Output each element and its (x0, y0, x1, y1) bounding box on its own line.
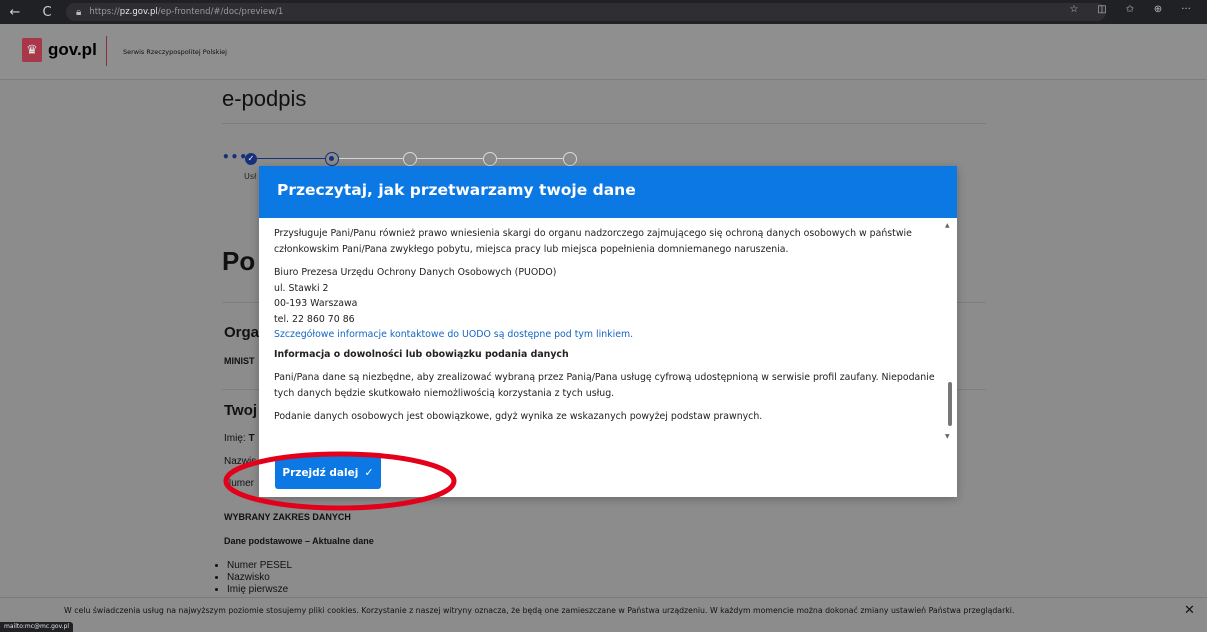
scroll-thumb[interactable] (948, 382, 952, 426)
address-line: ul. Stawki 2 (274, 282, 329, 294)
list-item: Nazwisko (227, 572, 292, 584)
status-bar-url: mailto:mc@mc.gov.pl (0, 622, 74, 632)
browser-toolbar: ← C 🔒︎ https://pz.gov.pl/ep-frontend/#/d… (0, 0, 1207, 24)
complaint-paragraph: Przysługuje Pani/Panu również prawo wnie… (274, 228, 912, 255)
modal-title: Przeczytaj, jak przetwarzamy twoje dane (277, 181, 636, 199)
step-connector (339, 158, 403, 159)
browser-actions: ☆ ◫ ✩ ⊕ ··· (1067, 4, 1193, 15)
back-icon[interactable]: ← (4, 5, 26, 20)
data-list: Numer PESEL Nazwisko Imię pierwsze (227, 560, 292, 596)
scroll-down-icon[interactable]: ▼ (945, 433, 950, 440)
step-connector (497, 158, 563, 159)
ministry-name: MINIST (224, 356, 255, 366)
info-heading: Informacja o dowolności lub obowiązku po… (274, 348, 569, 360)
step-connector (417, 158, 483, 159)
url-text: https://pz.gov.pl/ep-frontend/#/doc/prev… (89, 7, 284, 17)
address-bar[interactable]: 🔒︎ https://pz.gov.pl/ep-frontend/#/doc/p… (66, 3, 1106, 21)
site-header: ♛ gov.pl Serwis Rzeczypospolitej Polskie… (0, 24, 1207, 80)
address-line: Biuro Prezesa Urzędu Ochrony Danych Osob… (274, 267, 557, 278)
list-item: Imię pierwsze (227, 584, 292, 596)
logo-text: gov.pl (48, 40, 97, 59)
divider (222, 123, 986, 124)
highlight-ellipse (223, 451, 457, 511)
close-icon[interactable]: ✕ (1184, 603, 1195, 618)
name-row: Imię: T (224, 433, 255, 444)
page-title: e-podpis (222, 86, 307, 111)
scroll-up-icon[interactable]: ▲ (945, 222, 950, 229)
page-heading: Po (222, 246, 256, 276)
reload-icon[interactable]: C (36, 5, 58, 20)
address-line: tel. 22 860 70 86 (274, 313, 355, 325)
address-line: 00-193 Warszawa (274, 298, 358, 309)
step-pending-icon (483, 152, 497, 166)
cookie-banner: W celu świadczenia usług na najwyższym p… (0, 597, 1207, 624)
necessity-paragraph: Pani/Pana dane są niezbędne, aby zrealiz… (274, 372, 935, 399)
step-completed-icon: ✓ (245, 153, 257, 165)
modal-header: Przeczytaj, jak przetwarzamy twoje dane (259, 166, 957, 218)
gov-logo[interactable]: ♛ gov.pl (22, 38, 97, 62)
modal-content: Przysługuje Pani/Panu również prawo wnie… (274, 226, 939, 425)
logo-divider (106, 36, 107, 66)
step-connector (257, 158, 325, 159)
section-heading-organ: Orga (224, 324, 260, 341)
step-current-icon (325, 152, 339, 166)
step-label: Usł (244, 172, 257, 181)
more-icon[interactable]: ··· (1179, 4, 1193, 15)
uodo-contact-link[interactable]: Szczegółowe informacje kontaktowe do UOD… (274, 327, 939, 343)
basic-data-heading: Dane podstawowe – Aktualne dane (224, 536, 374, 546)
scope-heading: WYBRANY ZAKRES DANYCH (224, 512, 351, 522)
step-pending-icon (403, 152, 417, 166)
lock-icon: 🔒︎ (76, 6, 82, 18)
favorites-icon[interactable]: ✩ (1123, 4, 1137, 15)
section-heading-data: Twoj (224, 402, 258, 419)
privacy-modal: Przeczytaj, jak przetwarzamy twoje dane … (259, 166, 957, 497)
eagle-icon: ♛ (22, 38, 42, 62)
collections-icon[interactable]: ⊕ (1151, 4, 1165, 15)
service-name: Serwis Rzeczypospolitej Polskiej (123, 48, 227, 56)
obligation-paragraph: Podanie danych osobowych jest obowiązkow… (274, 411, 763, 422)
list-item: Numer PESEL (227, 560, 292, 572)
modal-body[interactable]: Przysługuje Pani/Panu również prawo wnie… (259, 218, 957, 448)
modal-scrollbar[interactable]: ▲ ▼ (945, 222, 955, 440)
step-pending-icon (563, 152, 577, 166)
split-screen-icon[interactable]: ◫ (1095, 4, 1109, 15)
cookie-text: W celu świadczenia usług na najwyższym p… (64, 606, 1015, 615)
star-icon[interactable]: ☆ (1067, 4, 1081, 15)
